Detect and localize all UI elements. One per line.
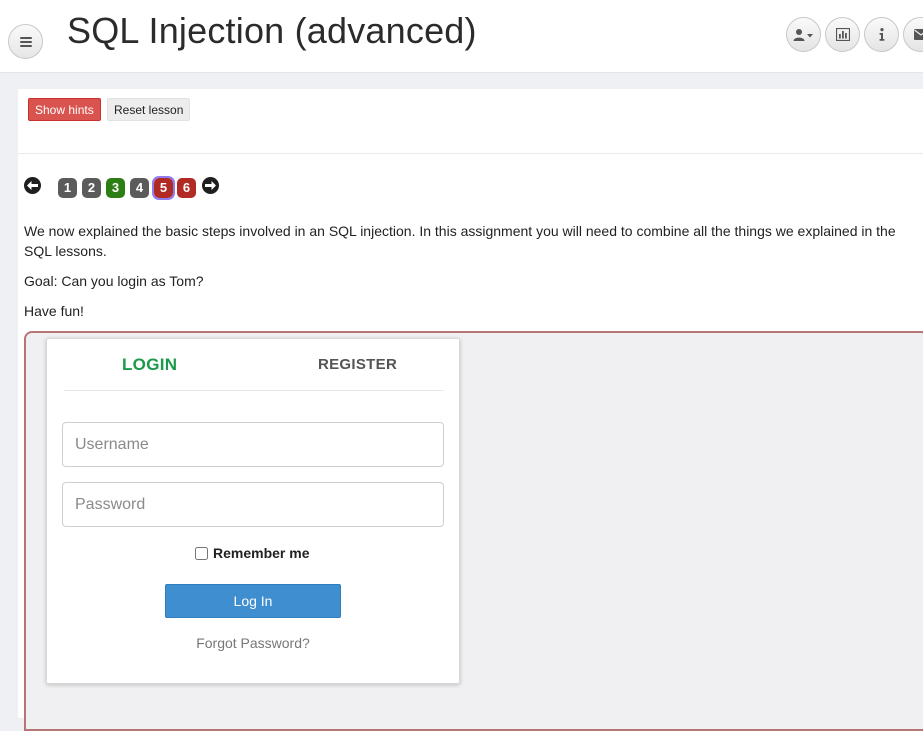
login-button[interactable]: Log In <box>165 584 341 618</box>
about-button[interactable] <box>864 17 899 52</box>
page-link-3[interactable]: 3 <box>106 178 125 198</box>
contact-button[interactable] <box>903 17 923 52</box>
page-title: SQL Injection (advanced) <box>67 10 477 52</box>
report-card-button[interactable] <box>825 17 860 52</box>
bar-chart-icon <box>836 28 850 41</box>
user-menu-button[interactable] <box>786 17 821 52</box>
page-link-5[interactable]: 5 <box>154 178 173 198</box>
menu-toggle-button[interactable] <box>8 24 43 59</box>
remember-me-label: Remember me <box>213 545 310 561</box>
lesson-closing-text: Have fun! <box>24 301 909 321</box>
page-link-2[interactable]: 2 <box>82 178 101 198</box>
remember-me-checkbox[interactable] <box>195 547 208 560</box>
lesson-panel: Show hints Reset lesson 1 2 3 4 5 6 We n… <box>18 89 923 718</box>
tab-divider <box>64 390 444 391</box>
user-dropdown-icon <box>793 28 815 42</box>
tab-register[interactable]: REGISTER <box>318 356 397 373</box>
username-input[interactable] <box>62 422 444 467</box>
page-link-6[interactable]: 6 <box>177 178 196 198</box>
lesson-intro-text: We now explained the basic steps involve… <box>24 221 909 261</box>
password-input[interactable] <box>62 482 444 527</box>
login-card: LOGIN REGISTER Remember me Log In Forgot… <box>46 338 460 684</box>
tab-login[interactable]: LOGIN <box>122 355 177 375</box>
divider <box>18 153 923 154</box>
lesson-goal-text: Goal: Can you login as Tom? <box>24 271 909 291</box>
arrow-left-icon <box>27 181 38 190</box>
page-header: SQL Injection (advanced) <box>0 0 923 73</box>
envelope-icon <box>914 29 923 40</box>
hamburger-icon <box>20 37 32 47</box>
next-page-button[interactable] <box>202 177 219 194</box>
forgot-password-link[interactable]: Forgot Password? <box>47 635 459 651</box>
previous-page-button[interactable] <box>24 177 41 194</box>
show-hints-button[interactable]: Show hints <box>28 98 101 121</box>
page-link-1[interactable]: 1 <box>58 178 77 198</box>
info-icon <box>879 28 885 41</box>
page-link-4[interactable]: 4 <box>130 178 149 198</box>
reset-lesson-button[interactable]: Reset lesson <box>107 98 190 121</box>
remember-me[interactable]: Remember me <box>195 545 310 561</box>
arrow-right-icon <box>205 181 216 190</box>
